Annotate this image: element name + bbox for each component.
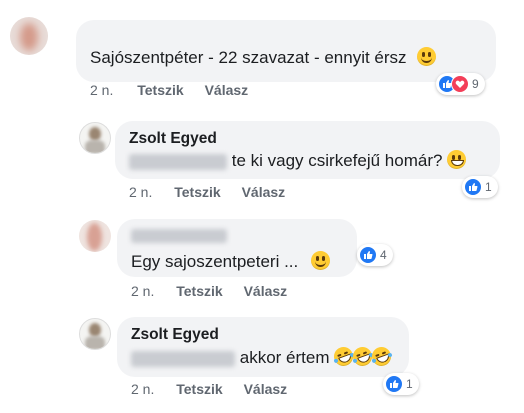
reply-button[interactable]: Válasz	[244, 283, 288, 299]
like-button[interactable]: Tetszik	[137, 82, 183, 98]
like-button[interactable]: Tetszik	[174, 184, 220, 200]
comment-text-content: akkor értem	[239, 348, 330, 367]
comment-text-content: te ki vagy csirkefejű homár?	[231, 151, 443, 170]
timestamp[interactable]: 2 n.	[129, 184, 152, 200]
comment-author[interactable]: Zsolt Egyed	[129, 130, 217, 148]
reaction-summary[interactable]: 9	[436, 73, 485, 95]
timestamp[interactable]: 2 n.	[90, 82, 113, 98]
laughing-emoji-icon	[369, 344, 394, 369]
reply-button[interactable]: Válasz	[242, 184, 286, 200]
like-button[interactable]: Tetszik	[176, 283, 222, 299]
reaction-summary[interactable]: 1	[383, 373, 419, 395]
reaction-count: 1	[485, 180, 492, 194]
comment-text: te ki vagy csirkefejű homár?	[129, 150, 467, 171]
smile-emoji-icon	[311, 251, 330, 270]
timestamp[interactable]: 2 n.	[131, 381, 154, 397]
like-icon	[385, 375, 403, 393]
reaction-summary[interactable]: 1	[462, 176, 498, 198]
like-icon	[464, 178, 482, 196]
comment-actions: 2 n. Tetszik Válasz	[131, 283, 287, 299]
comment-actions: 2 n. Tetszik Válasz	[129, 184, 285, 200]
avatar[interactable]	[79, 318, 111, 350]
reply-button[interactable]: Válasz	[244, 381, 288, 397]
love-icon	[451, 75, 469, 93]
avatar[interactable]	[10, 17, 48, 55]
like-button[interactable]: Tetszik	[176, 381, 222, 397]
smile-emoji-icon	[417, 47, 437, 66]
reaction-count: 9	[472, 77, 479, 91]
reaction-summary[interactable]: 4	[357, 244, 393, 266]
comment-text: Sajószentpéter - 22 szavazat - ennyit ér…	[90, 47, 437, 68]
comment-author[interactable]: Zsolt Egyed	[131, 326, 219, 344]
comment-text-content: Egy sajoszentpeteri ...	[131, 252, 299, 271]
comment-actions: 2 n. Tetszik Válasz	[90, 82, 248, 98]
tagged-name-redacted	[131, 350, 235, 367]
timestamp[interactable]: 2 n.	[131, 283, 154, 299]
reaction-count: 4	[380, 248, 387, 262]
grin-emoji-icon	[447, 150, 467, 169]
author-name-redacted	[131, 229, 227, 243]
comment-text: akkor értem	[131, 344, 394, 369]
reply-button[interactable]: Válasz	[205, 82, 249, 98]
comment-text-content: Sajószentpéter - 22 szavazat - ennyit ér…	[90, 48, 407, 67]
like-icon	[359, 246, 377, 264]
tagged-name-redacted	[129, 153, 227, 170]
comment-actions: 2 n. Tetszik Válasz	[131, 381, 287, 397]
reaction-count: 1	[406, 377, 413, 391]
comment-text: Egy sajoszentpeteri ...	[131, 251, 330, 272]
avatar[interactable]	[79, 122, 111, 154]
avatar[interactable]	[79, 220, 111, 252]
